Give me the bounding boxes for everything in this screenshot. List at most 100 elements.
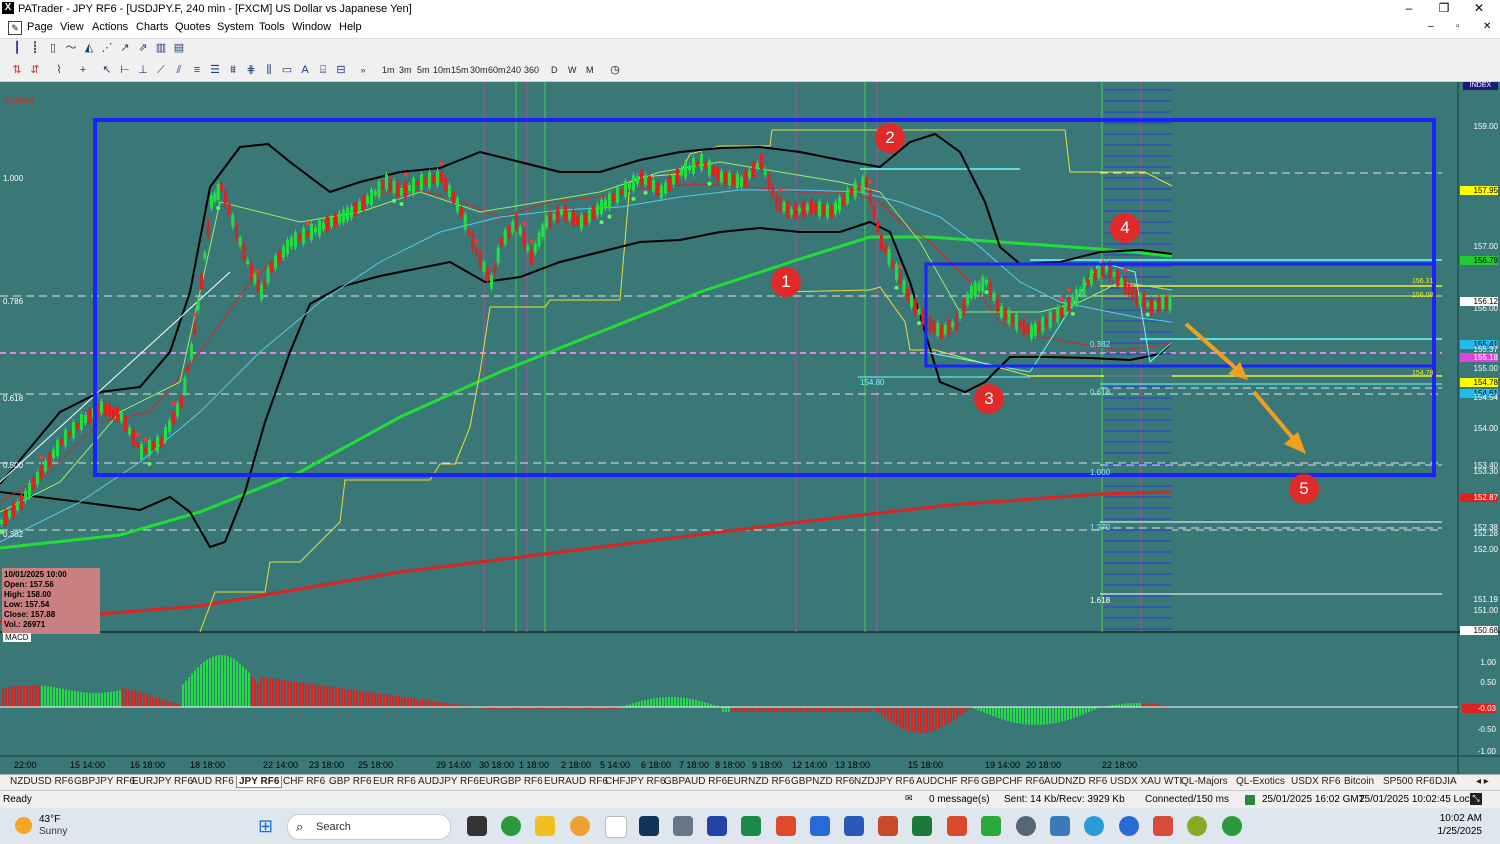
price-chart[interactable]: Locked INDEX 1.000 0.786 0.618 0.500 0.3… [0, 82, 1500, 774]
arrows-icon[interactable]: ⇅ [10, 64, 24, 77]
tab-chf-rf6[interactable]: CHF RF6 [283, 776, 325, 787]
tab-euraud-rf6[interactable]: EURAUD RF6 [544, 776, 608, 787]
weather-temp[interactable]: 43°F [39, 814, 60, 825]
task-view-icon[interactable] [467, 816, 487, 836]
menu-window[interactable]: Window [292, 21, 331, 33]
excel-icon[interactable] [912, 816, 932, 836]
status-messages[interactable]: 0 message(s) [929, 794, 990, 805]
app-green-icon[interactable] [741, 816, 761, 836]
cursor-icon[interactable]: ↖ [100, 64, 114, 77]
tab-nzdusd-rf6[interactable]: NZDUSD RF6 [10, 776, 73, 787]
inner-minimize-button[interactable]: – [1428, 21, 1434, 32]
tf-1m[interactable]: 1m [382, 65, 395, 75]
tab-audchf-rf6[interactable]: AUDCHF RF6 [916, 776, 979, 787]
tf-3m[interactable]: 3m [399, 65, 412, 75]
chart-canvas[interactable] [0, 82, 1500, 774]
tab-audjpy-rf6[interactable]: AUDJPY RF6 [418, 776, 479, 787]
more-tools-icon[interactable]: » [356, 64, 370, 77]
calculator-icon[interactable] [673, 816, 693, 836]
taskbar-search[interactable]: ⌕ Search [287, 814, 451, 840]
windows-start-icon[interactable]: ⊞ [258, 816, 278, 836]
tabs-scroll-arrows-icon[interactable]: ◂ ▸ [1476, 776, 1489, 787]
tab-nzdjpy-rf6[interactable]: NZDJPY RF6 [854, 776, 914, 787]
candle-chart-icon[interactable]: ▯ [46, 42, 60, 55]
tab-gbpjpy-rf6[interactable]: GBPJPY RF6 [74, 776, 135, 787]
tab-ql-majors[interactable]: QL-Majors [1181, 776, 1228, 787]
tf-monthly[interactable]: M [586, 65, 594, 75]
tab-gbpnzd-rf6[interactable]: GBPNZD RF6 [791, 776, 854, 787]
maximize-button[interactable]: ❐ [1427, 0, 1461, 18]
clock-icon[interactable]: ◷ [608, 64, 622, 77]
tab-usdx-xau-wti[interactable]: USDX XAU WTI [1110, 776, 1182, 787]
hline-icon[interactable]: ⊢ [118, 64, 132, 77]
taskbar-time[interactable]: 10:02 AM [1422, 813, 1482, 824]
tab-ql-exotics[interactable]: QL-Exotics [1236, 776, 1285, 787]
patrader-icon[interactable] [605, 816, 627, 838]
vline-icon[interactable]: ⊥ [136, 64, 150, 77]
growth-chart-icon[interactable]: ⇗ [136, 42, 150, 55]
powerpoint-icon[interactable] [878, 816, 898, 836]
chrome-icon[interactable] [501, 816, 521, 836]
tab-jpy-rf6[interactable]: JPY RF6 [236, 776, 282, 788]
chrome-profile-icon[interactable] [1222, 816, 1242, 836]
settings-icon[interactable] [1016, 816, 1036, 836]
app-w-icon[interactable] [1187, 816, 1207, 836]
taskbar-date[interactable]: 1/25/2025 [1422, 826, 1482, 837]
text-tool-icon[interactable]: A [298, 64, 312, 77]
zoom-icon[interactable] [1119, 816, 1139, 836]
ohlc-chart-icon[interactable]: ┋ [28, 42, 42, 55]
tab-usdx-rf6[interactable]: USDX RF6 [1291, 776, 1340, 787]
tab-eurjpy-rf6[interactable]: EURJPY RF6 [132, 776, 193, 787]
levels-icon[interactable]: ⊟ [334, 64, 348, 77]
telegram-icon[interactable] [1084, 816, 1104, 836]
tf-15m[interactable]: 15m [451, 65, 469, 75]
tf-60m[interactable]: 60m [488, 65, 506, 75]
fib-retracement-icon[interactable]: ≡ [190, 64, 204, 77]
inner-close-button[interactable]: ✕ [1483, 21, 1491, 32]
indicator-icon[interactable]: ⌇ [52, 64, 66, 77]
tab-eurnzd-rf6[interactable]: EURNZD RF6 [727, 776, 790, 787]
tab-eurgbp-rf6[interactable]: EURGBP RF6 [479, 776, 543, 787]
fib-fan-icon[interactable]: ⩩ [226, 64, 240, 77]
tf-5m[interactable]: 5m [417, 65, 430, 75]
tab-sp500-rf6[interactable]: SP500 RF6 [1383, 776, 1435, 787]
point-chart-icon[interactable]: ⋰ [100, 42, 114, 55]
gann-icon[interactable]: ⋕ [244, 64, 258, 77]
tab-bitcoin[interactable]: Bitcoin [1344, 776, 1374, 787]
area-chart-icon[interactable]: ◭ [82, 42, 96, 55]
fib-time-icon[interactable]: ⌸ [316, 64, 330, 77]
bar-chart-icon[interactable]: ┃ [10, 42, 24, 55]
app-ic-icon[interactable] [639, 816, 659, 836]
volume-icon[interactable]: ▤ [172, 42, 186, 55]
tf-daily[interactable]: D [551, 65, 558, 75]
weather-condition[interactable]: Sunny [39, 826, 67, 837]
crosshair-icon[interactable]: + [76, 64, 90, 77]
close-button[interactable]: ✕ [1462, 0, 1496, 18]
file-explorer-icon[interactable] [535, 816, 555, 836]
tab-chfjpy-rf6[interactable]: CHFJPY RF6 [605, 776, 665, 787]
trendline-icon[interactable]: ⟋ [154, 64, 168, 77]
tab-eur-rf6[interactable]: EUR RF6 [373, 776, 416, 787]
channel-icon[interactable]: ⫽ [172, 64, 186, 77]
histogram-icon[interactable]: ▥ [154, 42, 168, 55]
app-red-icon[interactable] [947, 816, 967, 836]
inner-restore-button[interactable]: ▫ [1456, 21, 1460, 32]
pitchfork-icon[interactable]: ⫼ [262, 64, 276, 77]
page-icon[interactable]: ✎ [8, 21, 22, 35]
minimize-button[interactable]: – [1392, 0, 1426, 18]
menu-system[interactable]: System [217, 21, 254, 33]
menu-quotes[interactable]: Quotes [175, 21, 210, 33]
tf-30m[interactable]: 30m [470, 65, 488, 75]
tf-10m[interactable]: 10m [433, 65, 451, 75]
word-icon[interactable] [844, 816, 864, 836]
trend-chart-icon[interactable]: ↗ [118, 42, 132, 55]
app-s-blue-icon[interactable] [810, 816, 830, 836]
tab-gbpaud-rf6[interactable]: GBPAUD RF6 [664, 776, 727, 787]
menu-tools[interactable]: Tools [259, 21, 285, 33]
tab-aud-rf6[interactable]: AUD RF6 [191, 776, 234, 787]
menu-actions[interactable]: Actions [92, 21, 128, 33]
tab-gbpchf-rf6[interactable]: GBPCHF RF6 [981, 776, 1044, 787]
notepad-icon[interactable] [707, 816, 727, 836]
menu-help[interactable]: Help [339, 21, 362, 33]
tab-gbp-rf6[interactable]: GBP RF6 [329, 776, 372, 787]
